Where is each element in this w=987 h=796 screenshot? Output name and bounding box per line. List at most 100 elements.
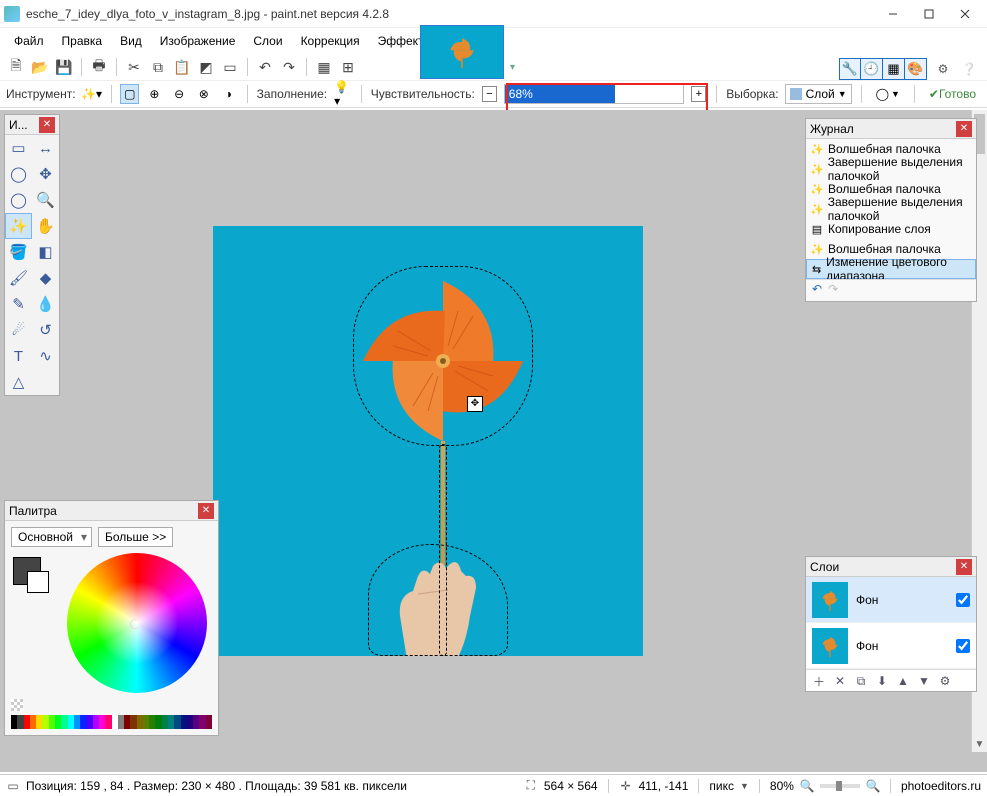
- open-file-icon[interactable]: 📂: [30, 57, 50, 77]
- tool-magic-wand[interactable]: ✨: [5, 213, 32, 239]
- copy-icon[interactable]: ⧉: [148, 57, 168, 77]
- history-panel-header[interactable]: Журнал ✕: [806, 119, 976, 139]
- tool-paint-bucket[interactable]: 🪣: [5, 239, 32, 265]
- menu-file[interactable]: Файл: [6, 31, 52, 51]
- zoom-slider[interactable]: [820, 784, 860, 788]
- history-item[interactable]: ✨Завершение выделения палочкой: [806, 199, 976, 219]
- print-icon[interactable]: 🖶: [89, 57, 109, 77]
- tolerance-decrement[interactable]: −: [482, 86, 497, 102]
- layer-duplicate-icon[interactable]: ⧉: [852, 672, 870, 690]
- settings-button[interactable]: ⚙: [933, 59, 953, 79]
- menu-edit[interactable]: Правка: [54, 31, 111, 51]
- layer-row[interactable]: Фон: [806, 577, 976, 623]
- tool-shapes[interactable]: △: [5, 369, 32, 395]
- tools-panel-header[interactable]: И... ✕: [5, 115, 59, 135]
- layer-merge-icon[interactable]: ⬇: [873, 672, 891, 690]
- help-button[interactable]: ❔: [959, 59, 979, 79]
- history-item[interactable]: ⇆Изменение цветового диапазона: [806, 259, 976, 279]
- secondary-color-swatch[interactable]: [27, 571, 49, 593]
- layer-up-icon[interactable]: ▲: [894, 672, 912, 690]
- selection-add-mode[interactable]: ⊕: [145, 84, 164, 104]
- tool-rect-select[interactable]: ▭: [5, 135, 32, 161]
- document-thumbnail[interactable]: [420, 25, 504, 79]
- layers-panel-header[interactable]: Слои ✕: [806, 557, 976, 577]
- crop-icon[interactable]: ◩: [196, 57, 216, 77]
- fill-mode-picker[interactable]: 💡▾: [333, 84, 352, 104]
- tool-gradient[interactable]: ◧: [32, 239, 59, 265]
- palette-swatch[interactable]: [206, 715, 212, 729]
- layer-row[interactable]: Фон: [806, 623, 976, 669]
- grid-icon[interactable]: ▦: [314, 57, 334, 77]
- selection-invert-mode[interactable]: ◑: [219, 84, 238, 104]
- zoom-out-icon[interactable]: 🔍: [800, 779, 814, 793]
- color-wheel-cursor[interactable]: [130, 619, 140, 629]
- layers-window-toggle[interactable]: ▦: [883, 58, 905, 80]
- tools-panel-close[interactable]: ✕: [39, 117, 55, 133]
- alpha-swatch-icon[interactable]: [11, 699, 23, 711]
- layer-add-icon[interactable]: ＋: [810, 672, 828, 690]
- redo-icon[interactable]: ↷: [828, 282, 838, 299]
- colors-window-toggle[interactable]: 🎨: [905, 58, 927, 80]
- canvas[interactable]: ✥: [213, 226, 643, 656]
- tool-clone[interactable]: ☄: [5, 317, 32, 343]
- color-wheel[interactable]: [67, 553, 207, 693]
- layer-visibility-checkbox[interactable]: [956, 639, 970, 653]
- tool-lasso[interactable]: ◯: [5, 161, 32, 187]
- menu-view[interactable]: Вид: [112, 31, 150, 51]
- layers-panel-close[interactable]: ✕: [956, 559, 972, 575]
- cut-icon[interactable]: ✂: [124, 57, 144, 77]
- color-palette-row[interactable]: [11, 715, 212, 729]
- tolerance-slider[interactable]: 68%: [504, 84, 685, 104]
- selection-intersect-mode[interactable]: ⊗: [194, 84, 213, 104]
- menu-adjustments[interactable]: Коррекция: [293, 31, 368, 51]
- colors-more-button[interactable]: Больше >>: [98, 527, 173, 547]
- tool-zoom[interactable]: 🔍: [32, 187, 59, 213]
- menu-image[interactable]: Изображение: [152, 31, 244, 51]
- tool-line[interactable]: ∿: [32, 343, 59, 369]
- window-close-button[interactable]: [947, 2, 983, 26]
- tool-pan[interactable]: ✋: [32, 213, 59, 239]
- menu-layers[interactable]: Слои: [245, 31, 290, 51]
- tool-recolor[interactable]: ↺: [32, 317, 59, 343]
- deselect-icon[interactable]: ▭: [220, 57, 240, 77]
- tool-color-picker[interactable]: 💧: [32, 291, 59, 317]
- antialias-toggle[interactable]: ◯ ▼: [871, 84, 905, 104]
- tolerance-increment[interactable]: +: [691, 86, 706, 102]
- history-item[interactable]: ✨Завершение выделения палочкой: [806, 159, 976, 179]
- units-caret-icon[interactable]: ▼: [740, 781, 749, 791]
- layer-down-icon[interactable]: ▼: [915, 672, 933, 690]
- tool-pencil[interactable]: ✎: [5, 291, 32, 317]
- zoom-in-icon[interactable]: 🔍: [866, 779, 880, 793]
- selection-subtract-mode[interactable]: ⊖: [170, 84, 189, 104]
- tool-text[interactable]: T: [5, 343, 32, 369]
- colors-panel-header[interactable]: Палитра ✕: [5, 501, 218, 521]
- paste-icon[interactable]: 📋: [172, 57, 192, 77]
- save-file-icon[interactable]: 💾: [54, 57, 74, 77]
- new-file-icon[interactable]: 🗎: [6, 57, 26, 77]
- tool-picker[interactable]: ✨▾: [82, 84, 102, 104]
- tool-ellipse-select[interactable]: ◯: [5, 187, 32, 213]
- sample-source-picker[interactable]: Слой ▼: [785, 84, 852, 104]
- ruler-icon[interactable]: ⊞: [338, 57, 358, 77]
- layer-visibility-checkbox[interactable]: [956, 593, 970, 607]
- undo-icon[interactable]: ↶: [255, 57, 275, 77]
- history-panel-close[interactable]: ✕: [956, 121, 972, 137]
- window-minimize-button[interactable]: [875, 2, 911, 26]
- finish-button[interactable]: ✔ Готово: [924, 84, 981, 104]
- window-maximize-button[interactable]: [911, 2, 947, 26]
- color-mode-selector[interactable]: Основной: [11, 527, 92, 547]
- tools-window-toggle[interactable]: 🔧: [839, 58, 861, 80]
- selection-replace-mode[interactable]: ▢: [120, 84, 139, 104]
- tool-brush[interactable]: 🖌: [5, 265, 32, 291]
- tool-move[interactable]: ✥: [32, 161, 59, 187]
- tool-move-selection[interactable]: ↔: [32, 135, 59, 161]
- units-label[interactable]: пикс: [709, 779, 734, 793]
- layer-delete-icon[interactable]: ✕: [831, 672, 849, 690]
- color-swatches[interactable]: [13, 557, 41, 585]
- colors-panel-close[interactable]: ✕: [198, 503, 214, 519]
- layer-properties-icon[interactable]: ⚙: [936, 672, 954, 690]
- undo-icon[interactable]: ↶: [812, 282, 822, 299]
- tool-eraser[interactable]: ◆: [32, 265, 59, 291]
- redo-icon[interactable]: ↷: [279, 57, 299, 77]
- history-window-toggle[interactable]: 🕘: [861, 58, 883, 80]
